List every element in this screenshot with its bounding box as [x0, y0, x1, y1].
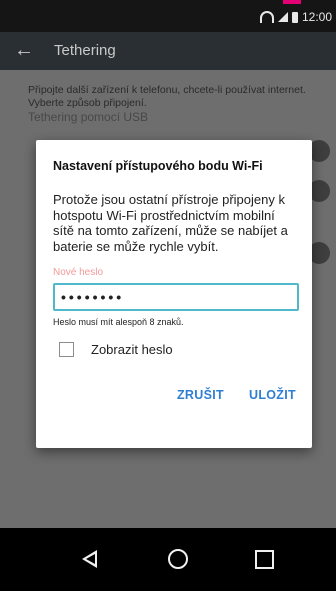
- status-icons: 12:00: [259, 10, 332, 24]
- usb-tethering-label: Tethering pomocí USB: [28, 110, 149, 124]
- save-button[interactable]: ULOŽIT: [249, 388, 296, 402]
- status-time: 12:00: [301, 10, 332, 24]
- dialog-message: Protože jsou ostatní přístroje připojeny…: [53, 192, 288, 254]
- wifi-icon: [259, 11, 274, 23]
- nav-recent-apps-icon[interactable]: [255, 550, 274, 569]
- show-password-checkbox[interactable]: [59, 342, 74, 357]
- password-value: ••••••••: [61, 289, 125, 305]
- back-arrow-icon[interactable]: ←: [14, 40, 34, 60]
- battery-icon: [291, 11, 298, 23]
- cancel-button[interactable]: ZRUŠIT: [177, 388, 224, 402]
- show-password-label[interactable]: Zobrazit heslo: [91, 342, 173, 357]
- app-bar: ← Tethering: [0, 32, 336, 70]
- dialog-title: Nastavení přístupového bodu Wi-Fi: [53, 159, 263, 173]
- carrier-indicator: [283, 0, 301, 4]
- navigation-bar: [0, 528, 336, 591]
- page-title: Tethering: [54, 42, 116, 59]
- nav-back-icon-inner: [85, 553, 95, 564]
- password-label: Nové heslo: [53, 267, 104, 278]
- password-input[interactable]: ••••••••: [53, 283, 299, 311]
- intro-text: Připojte další zařízení k telefonu, chce…: [28, 84, 306, 109]
- signal-icon: [277, 12, 288, 22]
- nav-home-icon[interactable]: [168, 549, 188, 569]
- wifi-hotspot-settings-dialog: Nastavení přístupového bodu Wi-Fi Protož…: [36, 140, 312, 448]
- status-bar: 12:00: [0, 0, 336, 32]
- password-hint: Heslo musí mít alespoň 8 znaků.: [53, 317, 184, 327]
